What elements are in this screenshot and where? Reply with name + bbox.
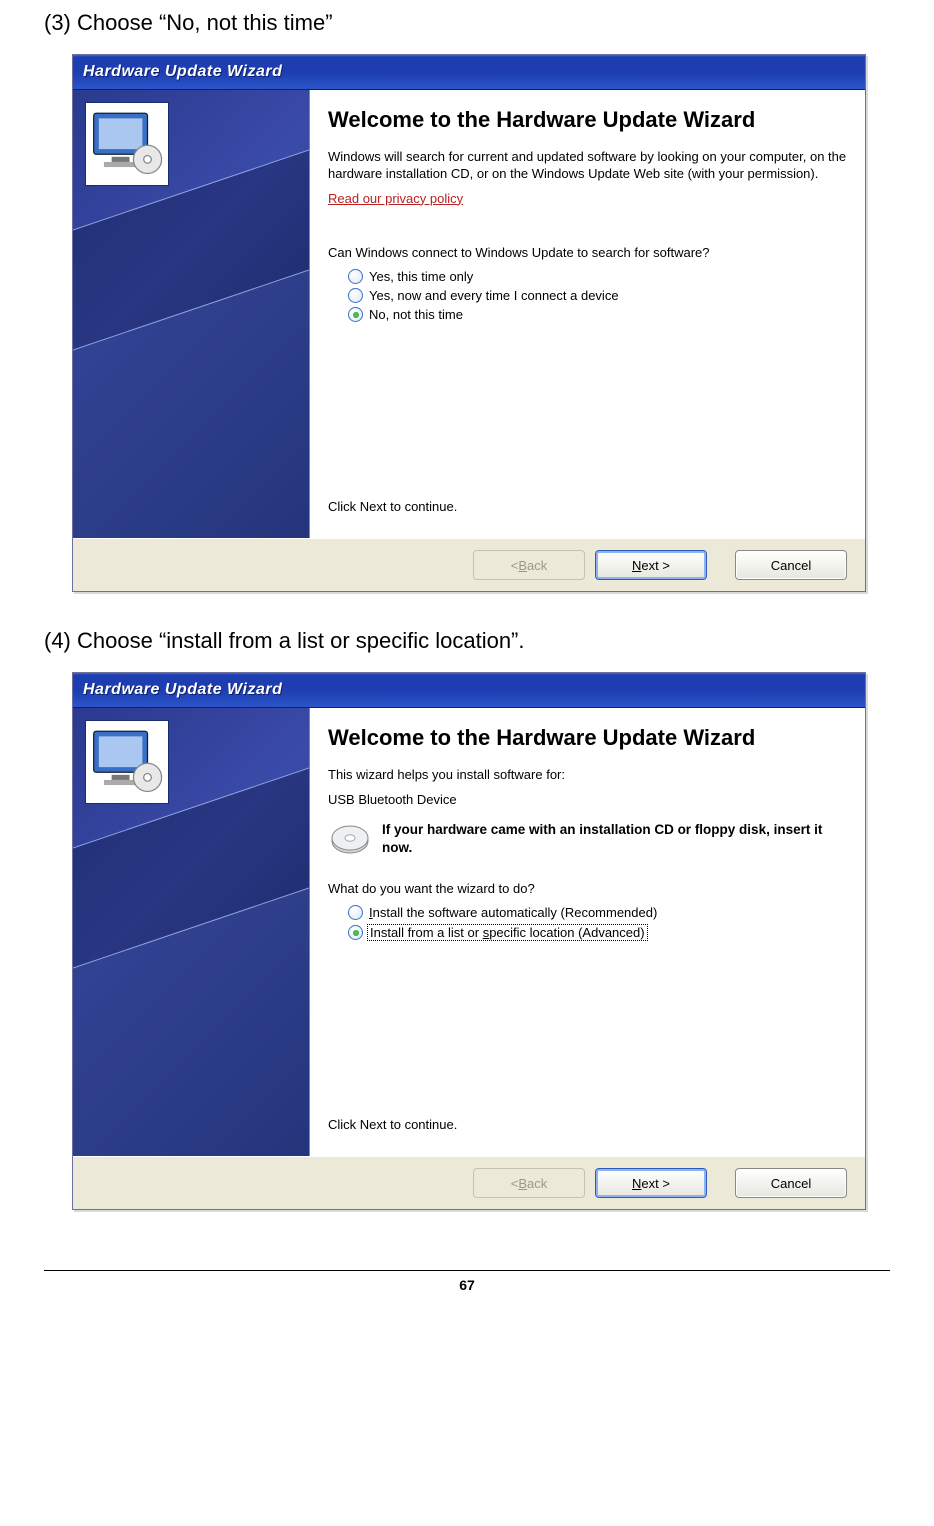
continue-text: Click Next to continue. — [328, 498, 457, 516]
sidebar-graphic — [73, 90, 310, 538]
radio-icon-selected — [348, 925, 363, 940]
next-button[interactable]: Next > — [595, 1168, 707, 1198]
intro-text: Windows will search for current and upda… — [328, 148, 847, 183]
intro-text: This wizard helps you install software f… — [328, 766, 847, 784]
dialog-heading: Welcome to the Hardware Update Wizard — [328, 106, 847, 134]
continue-text: Click Next to continue. — [328, 1116, 457, 1134]
wizard-dialog-2: Hardware Update Wizard — [72, 672, 866, 1210]
button-bar: < Back Next > Cancel — [73, 1156, 865, 1209]
radio-yes-once[interactable]: Yes, this time only — [348, 269, 847, 284]
radio-icon — [348, 269, 363, 284]
radio-icon — [348, 288, 363, 303]
radio-yes-always[interactable]: Yes, now and every time I connect a devi… — [348, 288, 847, 303]
button-bar: < Back Next > Cancel — [73, 538, 865, 591]
page-number: 67 — [0, 1277, 934, 1293]
instruction-step-3: (3) Choose “No, not this time” — [44, 10, 890, 36]
instruction-step-4: (4) Choose “install from a list or speci… — [44, 628, 890, 654]
radio-label: Install from a list or specific location… — [367, 924, 648, 941]
back-button: < Back — [473, 550, 585, 580]
radio-label: Yes, now and every time I connect a devi… — [369, 288, 619, 303]
back-button: < Back — [473, 1168, 585, 1198]
radio-auto-install[interactable]: Install the software automatically (Reco… — [348, 905, 847, 920]
radio-icon-selected — [348, 307, 363, 322]
privacy-link[interactable]: Read our privacy policy — [328, 191, 463, 206]
radio-specific-location[interactable]: Install from a list or specific location… — [348, 924, 847, 941]
radio-icon — [348, 905, 363, 920]
titlebar: Hardware Update Wizard — [73, 55, 865, 90]
radio-label: No, not this time — [369, 307, 463, 322]
device-name: USB Bluetooth Device — [328, 791, 847, 809]
question-text: What do you want the wizard to do? — [328, 880, 847, 898]
radio-label: Yes, this time only — [369, 269, 473, 284]
cancel-button[interactable]: Cancel — [735, 550, 847, 580]
dialog-heading: Welcome to the Hardware Update Wizard — [328, 724, 847, 752]
insert-media-text: If your hardware came with an installati… — [382, 821, 847, 857]
radio-label: Install the software automatically (Reco… — [369, 905, 657, 920]
cancel-button[interactable]: Cancel — [735, 1168, 847, 1198]
question-text: Can Windows connect to Windows Update to… — [328, 244, 847, 262]
footer-divider — [44, 1270, 890, 1271]
titlebar: Hardware Update Wizard — [73, 673, 865, 708]
wizard-dialog-1: Hardware Update Wizard — [72, 54, 866, 592]
sidebar-graphic — [73, 708, 310, 1156]
cd-icon — [328, 821, 372, 860]
radio-no[interactable]: No, not this time — [348, 307, 847, 322]
next-button[interactable]: Next > — [595, 550, 707, 580]
